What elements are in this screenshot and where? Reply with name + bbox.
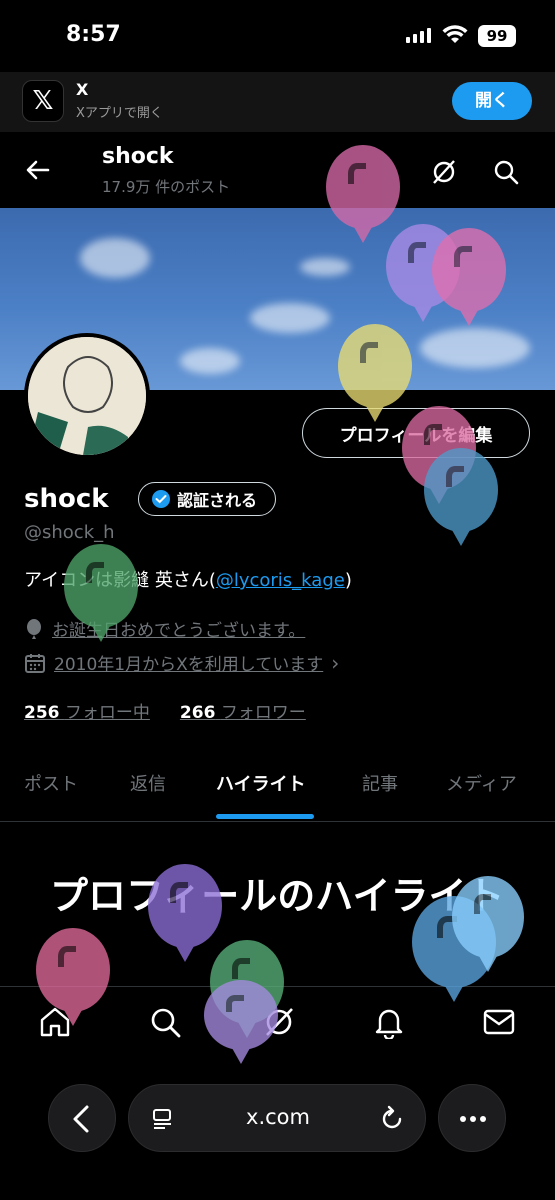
tab-highlights[interactable]: ハイライト [216,770,306,796]
search-icon[interactable] [148,1005,182,1039]
app-open-banner: 𝕏 X Xアプリで開く 開く [0,72,555,132]
banner-app-name: X [76,80,89,99]
balloon-decoration [424,448,498,546]
birthday-row: お誕生日おめでとうございます。 [24,616,305,641]
balloon-icon [27,618,41,639]
grok-icon[interactable] [430,158,458,186]
chevron-left-icon [73,1105,89,1133]
profile-tabs: ポスト 返信 ハイライト 記事 メディア [0,760,555,822]
active-tab-indicator [216,814,314,819]
following-label: フォロー中 [64,703,150,723]
signal-icon [406,28,431,43]
chevron-right-icon: › [331,650,340,675]
open-app-button[interactable]: 開く [452,82,532,120]
balloon-decoration [452,876,524,972]
messages-icon[interactable] [482,1005,516,1039]
tab-replies[interactable]: 返信 [130,770,166,796]
battery-indicator: 99 [478,25,516,47]
following-link[interactable]: 256 フォロー中 [24,698,150,723]
wifi-icon [442,25,468,43]
balloon-decoration [432,228,506,326]
browser-toolbar: x.com [0,1070,555,1200]
balloon-decoration [326,145,400,243]
search-icon[interactable] [492,158,520,186]
banner-subtitle: Xアプリで開く [76,106,163,121]
calendar-icon [25,653,45,673]
tab-posts[interactable]: ポスト [24,770,78,796]
reload-icon[interactable] [379,1105,405,1133]
bio-text-end: ) [344,570,352,591]
verified-label: 認証される [177,491,258,510]
bio-mention-link[interactable]: @lycoris_kage [216,570,345,591]
status-bar: 8:57 99 [0,0,555,72]
x-logo-icon: 𝕏 [22,80,64,122]
followers-count: 266 [179,703,216,723]
status-time: 8:57 [66,22,121,47]
joined-text: 2010年1月からXを利用しています [54,655,324,675]
follow-stats: 256 フォロー中 266 フォロワー [24,698,306,723]
address-bar[interactable]: x.com [128,1084,426,1152]
tab-media[interactable]: メディア [446,770,517,796]
balloon-decoration [36,928,110,1026]
more-dots-icon [460,1116,486,1122]
followers-link[interactable]: 266 フォロワー [180,698,306,723]
avatar-illustration [28,337,146,455]
page-title: shock [102,144,174,169]
avatar[interactable] [24,333,150,459]
verified-badge-icon [152,490,170,508]
following-count: 256 [24,703,60,723]
profile-header: shock 17.9万 件のポスト [0,132,555,208]
verified-button[interactable]: 認証される [138,482,277,516]
browser-more-button[interactable] [438,1084,506,1152]
post-count: 17.9万 件のポスト [102,178,231,196]
balloon-decoration [148,864,222,962]
balloon-decoration [64,544,138,642]
notifications-icon[interactable] [372,1005,406,1039]
followers-label: フォロワー [220,703,306,723]
back-arrow-icon[interactable] [24,156,52,184]
balloon-decoration [204,980,278,1064]
balloon-decoration [338,324,412,422]
browser-back-button[interactable] [48,1084,116,1152]
user-handle: @shock_h [24,522,115,543]
tab-articles[interactable]: 記事 [362,770,398,796]
display-name: shock [24,484,109,514]
joined-row[interactable]: 2010年1月からXを利用しています › [24,650,339,675]
